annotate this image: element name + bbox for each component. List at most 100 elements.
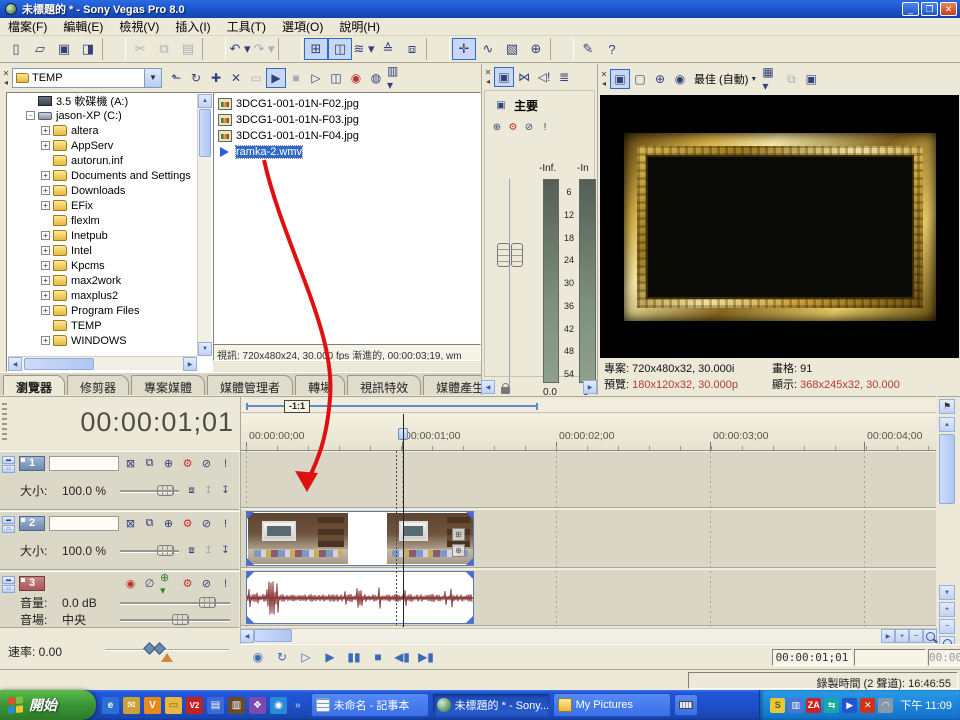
track-button[interactable]: ⚙	[178, 515, 197, 532]
bus-fx-button[interactable]: ⚙	[505, 119, 521, 135]
dock-tab[interactable]: 視訊特效	[347, 375, 421, 395]
tree-item[interactable]: 3.5 軟碟機 (A:)	[7, 93, 212, 108]
track-number[interactable]: 3	[19, 576, 45, 591]
taskbar-window-button[interactable]: My Pictures	[553, 693, 671, 717]
current-timecode-field[interactable]: 00:00:01;01	[772, 649, 852, 666]
toolbar-button[interactable]: ▯	[4, 38, 28, 60]
scroll-down-button[interactable]: ▼	[939, 585, 955, 600]
tree-expander[interactable]: +	[41, 141, 50, 150]
track-button[interactable]: ⧉	[140, 455, 159, 472]
track-button[interactable]: ⊠	[121, 515, 140, 532]
explorer-toolbar-button[interactable]: ↻	[186, 68, 206, 88]
master-fader-handle[interactable]	[497, 243, 523, 267]
file-name[interactable]: 3DCG1-001-01N-F03.jpg	[236, 114, 359, 126]
track-button[interactable]: !	[216, 455, 235, 472]
combo-dropdown-icon[interactable]: ▼	[144, 69, 161, 87]
event-buttons[interactable]: ⊞⊕	[452, 528, 465, 557]
menu-item[interactable]: 編輯(E)	[55, 17, 111, 36]
explorer-toolbar-button[interactable]: ⬑	[166, 68, 186, 88]
fade-handle-icon[interactable]	[466, 572, 473, 579]
quicklaunch-icon[interactable]: ▤	[207, 697, 224, 714]
track-button[interactable]: !	[216, 515, 235, 532]
tree-expander[interactable]: +	[41, 231, 50, 240]
file-name[interactable]: ramka-2.wmv	[236, 146, 302, 158]
toolbar-button[interactable]: ▱	[28, 38, 52, 60]
tree-item[interactable]: + AppServ	[7, 138, 212, 153]
timeline-horizontal-scrollbar[interactable]: ◀ ▶ + −	[240, 628, 937, 643]
toolbar-button[interactable]: ⧈	[400, 38, 424, 60]
file-row[interactable]: 3DCG1-001-01N-F02.jpg	[214, 96, 480, 112]
track-number[interactable]: 2	[19, 516, 45, 531]
track-header-2[interactable]: ▬▭ 2 ⊠⧉⊕⚙⊘! 大小: 100.0 % ⧈↥↧	[0, 511, 239, 570]
bus-fx-button[interactable]: !	[537, 119, 553, 135]
explorer-toolbar-button[interactable]: ▷	[306, 68, 326, 88]
tree-item[interactable]: + Inetpub	[7, 228, 212, 243]
track-level-slider[interactable]	[120, 485, 179, 496]
scroll-right-button[interactable]: ▶	[881, 629, 895, 643]
playhead-line[interactable]	[403, 414, 404, 627]
minimize-button[interactable]: _	[902, 2, 919, 16]
fade-handle-icon[interactable]	[247, 558, 254, 565]
marker-label[interactable]: -1:1	[284, 400, 310, 413]
tree-expander[interactable]: +	[41, 171, 50, 180]
quicklaunch-icon[interactable]: ▭	[165, 697, 182, 714]
toolbar-button[interactable]: ⊕	[524, 38, 548, 60]
explorer-toolbar-button[interactable]: ▶	[266, 68, 286, 88]
menu-item[interactable]: 檔案(F)	[0, 17, 55, 36]
volume-slider[interactable]	[120, 597, 230, 608]
dock-tab[interactable]: 媒體管理者	[207, 375, 293, 395]
toolbar-button[interactable]	[278, 38, 302, 60]
compositing-button[interactable]: ↥	[200, 483, 217, 498]
tree-item[interactable]: + Downloads	[7, 183, 212, 198]
track-name-field[interactable]	[49, 456, 119, 471]
track-button[interactable]: !	[216, 575, 235, 592]
taskbar-clock[interactable]: 下午 11:09	[900, 697, 952, 713]
track-param-value[interactable]: 0.0 dB	[62, 596, 120, 610]
dock-tab[interactable]: 專案媒體	[131, 375, 205, 395]
explorer-close-icon[interactable]: ✕	[3, 69, 10, 78]
quicklaunch-icon[interactable]: ▥	[228, 697, 245, 714]
explorer-pin-icon[interactable]: ◂	[4, 78, 8, 87]
toolbar-button[interactable]: ∿	[476, 38, 500, 60]
track-param-value[interactable]: 100.0 %	[62, 544, 120, 558]
tray-icon[interactable]: ⇆	[824, 698, 839, 713]
fade-handle-icon[interactable]	[247, 512, 254, 519]
explorer-toolbar-button[interactable]: ✕	[226, 68, 246, 88]
menu-item[interactable]: 工具(T)	[219, 17, 274, 36]
drag-grip[interactable]	[2, 403, 7, 443]
mixer-close-icon[interactable]: ✕	[485, 68, 492, 77]
tree-expander[interactable]: +	[41, 276, 50, 285]
track-button[interactable]: ⊠	[121, 455, 140, 472]
transport-button[interactable]: ▶▮	[414, 647, 438, 667]
input-method-button[interactable]	[674, 694, 698, 716]
tree-expander[interactable]: +	[41, 261, 50, 270]
toolbar-button[interactable]: ▧	[500, 38, 524, 60]
track-header-1[interactable]: ▬▭ 1 ⊠⧉⊕⚙⊘! 大小: 100.0 % ⧈↥↧	[0, 451, 239, 510]
menu-item[interactable]: 插入(I)	[167, 17, 218, 36]
start-button[interactable]: 開始	[0, 690, 96, 720]
file-row[interactable]: 3DCG1-001-01N-F04.jpg	[214, 128, 480, 144]
track-button[interactable]: ⊕	[159, 455, 178, 472]
tree-item[interactable]: + Kpcms	[7, 258, 212, 273]
explorer-toolbar-button[interactable]: ◍	[366, 68, 386, 88]
transport-button[interactable]: ↻	[270, 647, 294, 667]
track-minimize-buttons[interactable]: ▬▭	[2, 516, 15, 533]
toolbar-button[interactable]: ▣	[52, 38, 76, 60]
toolbar-button[interactable]: ?	[600, 38, 624, 60]
zoom-in-track-button[interactable]: +	[939, 602, 955, 617]
dock-tab[interactable]: 瀏覽器	[3, 375, 65, 395]
toolbar-button[interactable]: ⊞	[304, 38, 328, 60]
video-event[interactable]: ⊞⊕	[246, 511, 474, 566]
quicklaunch-icon[interactable]: V2	[186, 697, 203, 714]
explorer-toolbar-button[interactable]: ◉	[346, 68, 366, 88]
dock-tab[interactable]: 修剪器	[67, 375, 129, 395]
overflow-chevron-icon[interactable]: »	[293, 700, 303, 711]
transport-button[interactable]: ◀▮	[390, 647, 414, 667]
vertical-scrollbar-thumb[interactable]	[939, 434, 955, 504]
marker-bar[interactable]: -1:1	[241, 399, 936, 413]
toolbar-button[interactable]: ≙	[376, 38, 400, 60]
toolbar-button[interactable]	[202, 38, 226, 60]
track-level-slider[interactable]	[120, 545, 179, 556]
track-minimize-buttons[interactable]: ▬▭	[2, 576, 15, 593]
toolbar-button[interactable]: ↷ ▾	[252, 38, 276, 60]
